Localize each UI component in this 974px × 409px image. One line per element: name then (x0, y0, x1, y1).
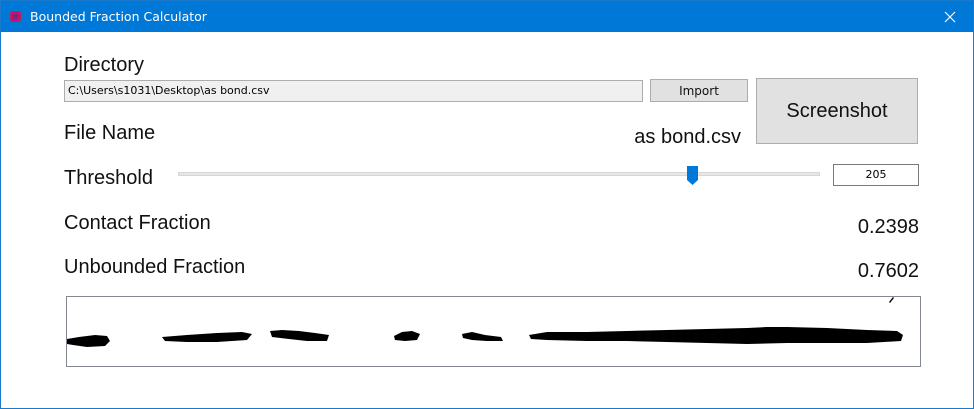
close-icon (944, 11, 956, 22)
screenshot-button[interactable]: Screenshot (756, 78, 918, 144)
close-button[interactable] (927, 1, 973, 32)
directory-path-field[interactable]: C:\Users\s1031\Desktop\as bond.csv (64, 80, 643, 102)
threshold-label: Threshold (64, 167, 153, 189)
slider-track[interactable] (178, 172, 820, 176)
contact-fraction-value: 0.2398 (857, 216, 919, 238)
window-title: Bounded Fraction Calculator (30, 9, 207, 24)
threshold-value-field[interactable]: 205 (833, 164, 919, 186)
title-bar[interactable]: Bounded Fraction Calculator (1, 1, 973, 32)
threshold-slider[interactable] (178, 165, 820, 187)
contact-fraction-label: Contact Fraction (64, 212, 211, 234)
app-icon (10, 11, 21, 22)
slider-thumb[interactable] (686, 166, 698, 185)
unbounded-fraction-value: 0.7602 (857, 260, 919, 282)
file-name-value: as bond.csv (634, 126, 741, 148)
file-name-label: File Name (64, 122, 156, 144)
import-button[interactable]: Import (650, 79, 748, 102)
unbounded-fraction-label: Unbounded Fraction (64, 256, 246, 278)
app-window: Bounded Fraction Calculator Directory C:… (0, 0, 974, 409)
bond-profile-image (66, 296, 921, 367)
directory-label: Directory (64, 54, 145, 76)
